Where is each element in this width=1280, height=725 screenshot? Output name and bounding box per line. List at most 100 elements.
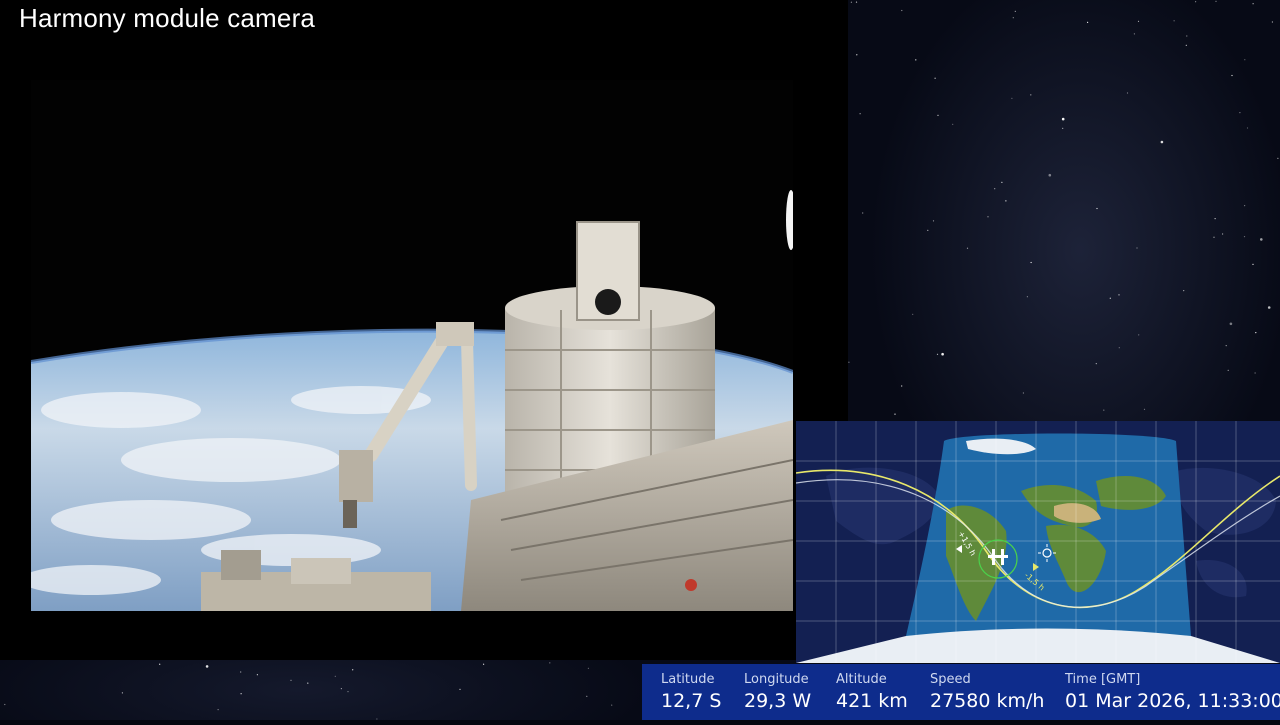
star xyxy=(1136,247,1138,249)
star xyxy=(549,662,551,664)
time-label: Time [GMT] xyxy=(1065,672,1141,687)
star xyxy=(4,703,6,706)
star xyxy=(1227,369,1229,371)
star xyxy=(1062,127,1064,129)
star xyxy=(1271,21,1273,23)
star xyxy=(347,691,349,693)
star xyxy=(1260,238,1263,241)
star xyxy=(1244,205,1246,207)
star xyxy=(1225,345,1227,347)
star xyxy=(1213,236,1215,238)
star xyxy=(1239,112,1241,114)
star xyxy=(927,229,929,231)
star xyxy=(1222,233,1224,235)
altitude-label: Altitude xyxy=(836,672,887,687)
star xyxy=(1277,157,1279,159)
star xyxy=(1001,181,1003,183)
star xyxy=(932,220,935,222)
star xyxy=(1061,117,1065,121)
star xyxy=(1244,59,1246,61)
star xyxy=(376,718,378,720)
longitude-value: 29,3 W xyxy=(744,690,812,712)
star xyxy=(1254,372,1256,374)
star xyxy=(934,77,936,79)
star xyxy=(1214,218,1216,220)
star xyxy=(912,313,914,315)
star xyxy=(334,675,336,677)
latitude-value: 12,7 S xyxy=(661,690,722,712)
star xyxy=(936,353,939,355)
star xyxy=(217,709,219,711)
latitude-label: Latitude xyxy=(661,672,715,687)
star xyxy=(937,114,939,116)
telemetry-bar: Latitude 12,7 S Longitude 29,3 W Altitud… xyxy=(642,664,1280,720)
star xyxy=(1103,409,1105,411)
star xyxy=(1215,0,1217,2)
star xyxy=(1012,17,1014,19)
star xyxy=(848,361,850,363)
time-value: 01 Mar 2026, 11:33:00 xyxy=(1065,690,1280,712)
star xyxy=(1267,306,1271,309)
star xyxy=(1030,94,1032,96)
star xyxy=(987,216,989,218)
star xyxy=(205,665,209,668)
ground-track-map: +1,5 h -1,5 h xyxy=(796,421,1280,663)
star xyxy=(1118,294,1120,296)
star xyxy=(1087,21,1089,23)
star xyxy=(307,682,309,684)
star xyxy=(240,693,242,695)
iss-exterior-image xyxy=(31,80,793,611)
world-map: +1,5 h -1,5 h xyxy=(796,421,1280,663)
star xyxy=(121,692,123,694)
star xyxy=(587,667,590,669)
star xyxy=(856,54,858,56)
star xyxy=(459,688,461,691)
star xyxy=(1118,347,1120,349)
star xyxy=(1138,334,1140,336)
speed-value: 27580 km/h xyxy=(930,690,1045,712)
star xyxy=(1095,363,1097,365)
star xyxy=(290,679,292,681)
star xyxy=(1255,332,1257,334)
star xyxy=(915,59,917,61)
star xyxy=(483,663,485,665)
longitude-label: Longitude xyxy=(744,672,809,687)
star xyxy=(1005,200,1007,202)
star xyxy=(901,385,903,387)
star xyxy=(340,688,342,690)
star xyxy=(1011,97,1013,99)
speed-label: Speed xyxy=(930,672,971,687)
star xyxy=(1246,127,1249,129)
star xyxy=(862,212,864,214)
star xyxy=(1137,20,1140,22)
star xyxy=(952,123,954,125)
star xyxy=(1186,35,1188,37)
star xyxy=(1109,297,1111,299)
star xyxy=(1229,322,1233,326)
star xyxy=(1160,140,1164,144)
camera-feed xyxy=(31,80,793,611)
camera-title: Harmony module camera xyxy=(19,3,316,33)
star xyxy=(859,113,861,115)
star xyxy=(901,9,903,12)
star xyxy=(1231,74,1233,77)
star xyxy=(1143,408,1146,410)
star xyxy=(894,413,896,415)
star xyxy=(1096,207,1098,210)
star xyxy=(159,663,161,665)
star xyxy=(1022,392,1024,394)
star xyxy=(352,669,354,671)
altitude-value: 421 km xyxy=(836,690,908,712)
star xyxy=(1243,236,1246,238)
star xyxy=(240,671,242,673)
star xyxy=(611,704,613,706)
star xyxy=(966,247,969,249)
star xyxy=(1048,173,1052,177)
star xyxy=(1030,261,1032,264)
star xyxy=(1133,33,1135,35)
star xyxy=(1014,10,1016,12)
star xyxy=(1185,44,1187,46)
star xyxy=(1252,263,1254,265)
star xyxy=(1026,296,1028,298)
star xyxy=(1126,92,1129,94)
